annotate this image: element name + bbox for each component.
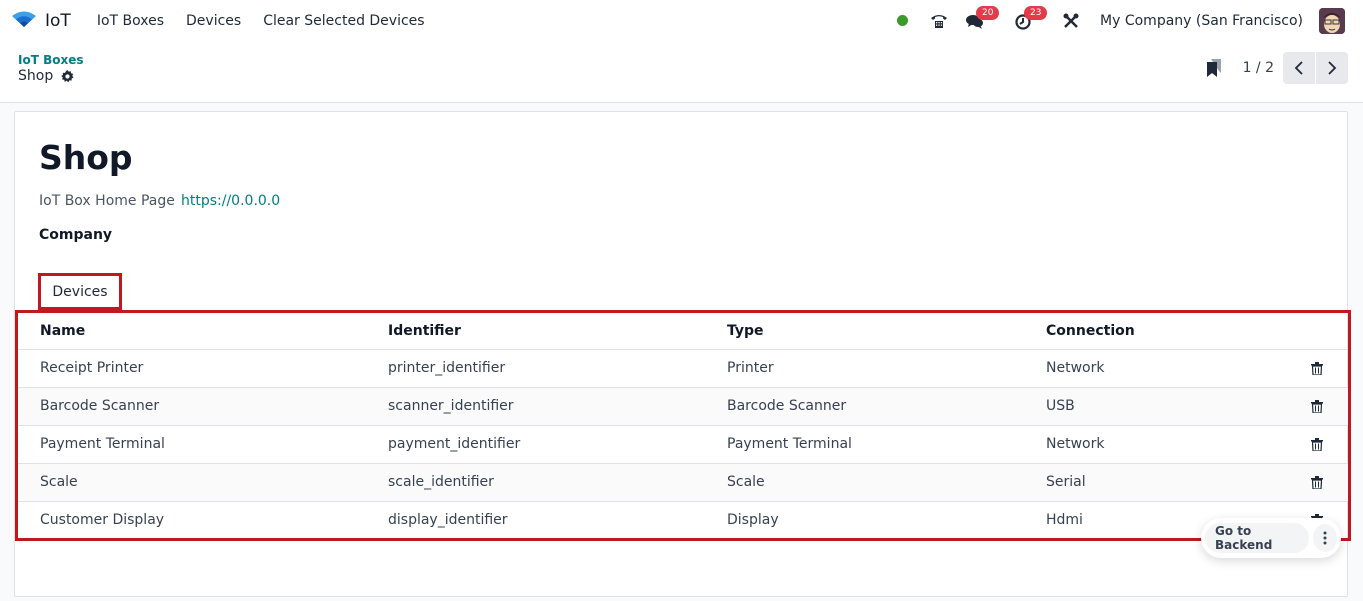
column-header-actions — [1286, 313, 1348, 350]
connection-status-indicator — [897, 15, 909, 26]
menu-iot-boxes[interactable]: IoT Boxes — [97, 13, 164, 29]
more-options-button[interactable] — [1312, 524, 1337, 552]
home-page-label: IoT Box Home Page — [39, 193, 175, 209]
trash-icon[interactable] — [1311, 399, 1323, 414]
cell-identifier[interactable]: scale_identifier — [388, 463, 727, 502]
chevron-right-icon — [1328, 61, 1337, 75]
devices-table: Name Identifier Type Connection Receipt … — [15, 310, 1351, 541]
bookmark-icon[interactable] — [1206, 59, 1221, 77]
table-row[interactable]: Receipt Printer printer_identifier Print… — [18, 349, 1348, 388]
phone-button[interactable] — [928, 10, 950, 32]
tab-devices[interactable]: Devices — [38, 273, 122, 310]
messages-count-badge: 20 — [976, 5, 1000, 20]
cell-name[interactable]: Scale — [18, 463, 388, 502]
company-switcher[interactable]: My Company (San Francisco) — [1100, 13, 1303, 29]
cell-connection[interactable]: Serial — [1046, 463, 1286, 502]
cell-connection[interactable]: USB — [1046, 387, 1286, 426]
trash-icon[interactable] — [1311, 475, 1323, 490]
record-title[interactable]: Shop — [39, 138, 133, 177]
breadcrumb-current-label: Shop — [18, 68, 54, 84]
trash-icon[interactable] — [1311, 361, 1323, 376]
form-sheet: Shop IoT Box Home Page https://0.0.0.0 C… — [14, 111, 1351, 597]
column-header-identifier[interactable]: Identifier — [388, 313, 727, 350]
activities-count-badge: 23 — [1024, 5, 1048, 20]
cell-name[interactable]: Barcode Scanner — [18, 387, 388, 426]
column-header-name[interactable]: Name — [18, 313, 388, 350]
tab-devices-label: Devices — [52, 283, 108, 300]
cell-identifier[interactable]: display_identifier — [388, 501, 727, 539]
table-header-row: Name Identifier Type Connection — [18, 313, 1348, 350]
cell-connection[interactable]: Network — [1046, 349, 1286, 388]
breadcrumb-current: Shop — [18, 68, 74, 84]
top-navbar: IoT IoT Boxes Devices Clear Selected Dev… — [0, 0, 1363, 41]
company-label: Company — [39, 227, 113, 243]
table-row[interactable]: Customer Display display_identifier Disp… — [18, 501, 1348, 539]
floating-actions: Go to Backend — [1201, 518, 1341, 558]
cell-identifier[interactable]: payment_identifier — [388, 425, 727, 464]
cell-identifier[interactable]: scanner_identifier — [388, 387, 727, 426]
kebab-menu-icon — [1323, 531, 1327, 545]
app-name: IoT — [45, 10, 71, 31]
debug-tools-button[interactable] — [1060, 10, 1082, 32]
tools-icon — [1063, 13, 1079, 28]
cell-type[interactable]: Printer — [727, 349, 1046, 388]
pager-next-button[interactable] — [1316, 52, 1348, 84]
messages-button[interactable]: 20 — [964, 5, 1000, 32]
gear-icon[interactable] — [61, 69, 74, 83]
chevron-left-icon — [1294, 61, 1303, 75]
column-header-connection[interactable]: Connection — [1046, 313, 1286, 350]
cell-type[interactable]: Display — [727, 501, 1046, 539]
cell-type[interactable]: Barcode Scanner — [727, 387, 1046, 426]
breadcrumb-iot-boxes[interactable]: IoT Boxes — [18, 53, 83, 67]
table-row[interactable]: Scale scale_identifier Scale Serial — [18, 463, 1348, 502]
pager-value[interactable]: 1 / 2 — [1243, 60, 1274, 76]
cell-name[interactable]: Customer Display — [18, 501, 388, 539]
activities-button[interactable]: 23 — [1012, 5, 1048, 32]
home-page-link[interactable]: https://0.0.0.0 — [181, 193, 280, 209]
systray: 20 23 My Company (San Francisco) — [897, 0, 1345, 41]
cell-delete — [1286, 349, 1348, 388]
pager-previous-button[interactable] — [1283, 52, 1315, 84]
app-brand[interactable]: IoT — [11, 10, 71, 32]
menu-clear-selected-devices[interactable]: Clear Selected Devices — [263, 13, 424, 29]
cell-delete — [1286, 463, 1348, 502]
cell-delete — [1286, 425, 1348, 464]
cell-connection[interactable]: Network — [1046, 425, 1286, 464]
control-panel: IoT Boxes Shop 1 / 2 — [0, 41, 1363, 103]
cell-type[interactable]: Payment Terminal — [727, 425, 1046, 464]
phone-icon — [931, 14, 948, 28]
column-header-type[interactable]: Type — [727, 313, 1046, 350]
main-menu: IoT Boxes Devices Clear Selected Devices — [97, 13, 447, 29]
cell-identifier[interactable]: printer_identifier — [388, 349, 727, 388]
cell-type[interactable]: Scale — [727, 463, 1046, 502]
trash-icon[interactable] — [1311, 437, 1323, 452]
go-to-backend-button[interactable]: Go to Backend — [1205, 523, 1309, 553]
cell-name[interactable]: Receipt Printer — [18, 349, 388, 388]
iot-wifi-icon — [11, 10, 37, 32]
table-row[interactable]: Payment Terminal payment_identifier Paym… — [18, 425, 1348, 464]
user-avatar[interactable] — [1319, 7, 1345, 34]
cell-name[interactable]: Payment Terminal — [18, 425, 388, 464]
table-row[interactable]: Barcode Scanner scanner_identifier Barco… — [18, 387, 1348, 426]
cell-delete — [1286, 387, 1348, 426]
pager: 1 / 2 — [1206, 52, 1348, 84]
menu-devices[interactable]: Devices — [186, 13, 241, 29]
